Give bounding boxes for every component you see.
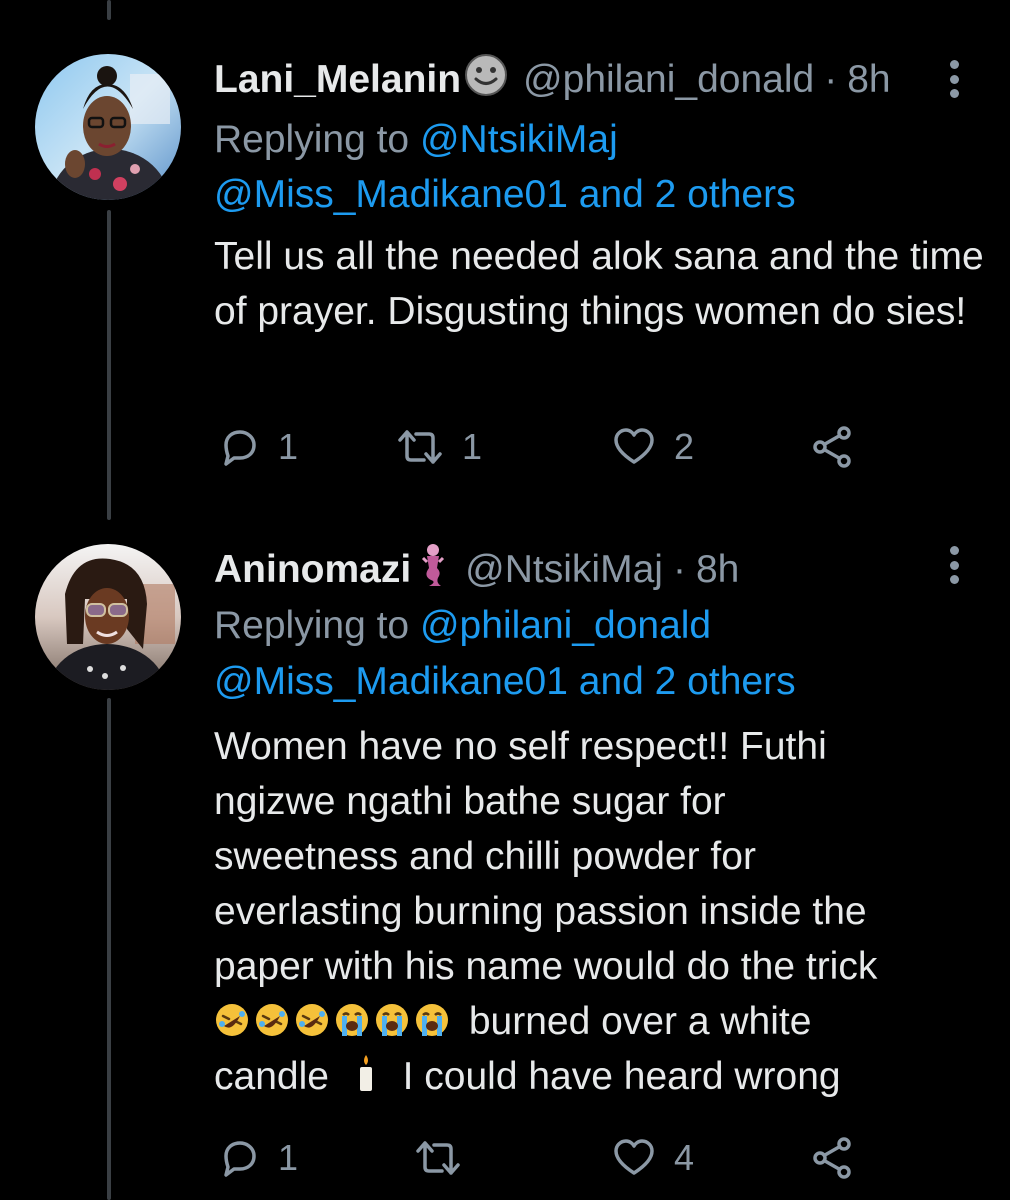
slightly-smiling-face-icon <box>463 52 509 108</box>
sob-emoji <box>414 998 450 1036</box>
replying-prefix: Replying to <box>214 118 410 161</box>
display-name[interactable]: Aninomazi <box>214 548 411 592</box>
text-line-candle: candle I could have heard wrong <box>214 1049 984 1104</box>
share-button[interactable] <box>810 1133 854 1183</box>
replying-more-link[interactable]: @Miss_Madikane01 and 2 others <box>214 167 796 223</box>
replying-more-link[interactable]: @Miss_Madikane01 and 2 others <box>214 654 796 710</box>
separator: · <box>672 548 686 591</box>
avatar[interactable] <box>35 544 181 690</box>
text-line: paper with his name would do the trick <box>214 945 878 988</box>
retweet-button[interactable] <box>414 1133 480 1183</box>
like-button[interactable]: 2 <box>612 422 694 472</box>
like-count: 4 <box>674 1137 695 1178</box>
text-line-emojis: burned over a white <box>214 994 984 1049</box>
avatar[interactable] <box>35 54 181 200</box>
candle-emoji <box>354 1053 378 1091</box>
text-line: sweetness and chilli powder for <box>214 835 756 878</box>
sob-emoji <box>374 998 410 1036</box>
reply-count: 1 <box>278 1137 299 1178</box>
handle[interactable]: @NtsikiMaj <box>465 548 663 592</box>
tweet-header: Lani_Melanin @philani_donald · 8h <box>214 52 891 108</box>
separator: · <box>824 58 838 101</box>
text-after-emojis: burned over a white <box>468 1000 812 1043</box>
retweet-icon <box>396 426 444 468</box>
text-line: ngizwe ngathi bathe sugar for <box>214 780 726 823</box>
thread-line-top <box>107 0 111 20</box>
more-icon[interactable] <box>946 546 962 584</box>
retweet-count: 1 <box>462 426 483 467</box>
replying-prefix: Replying to <box>214 604 410 647</box>
text-line: everlasting burning passion inside the <box>214 890 867 933</box>
tweet-header: Aninomazi @NtsikiMaj · 8h <box>214 542 739 598</box>
replying-to: Replying to @NtsikiMaj <box>214 112 618 168</box>
sob-emoji <box>334 998 370 1036</box>
text-candle-before: candle <box>214 1055 329 1098</box>
reply-icon <box>218 1137 260 1179</box>
tweet-text: Tell us all the needed alok sana and the… <box>214 235 984 333</box>
thread-line-middle <box>107 210 111 520</box>
like-icon <box>612 426 656 468</box>
like-icon <box>612 1137 656 1179</box>
tweet-text: Women have no self respect!! Futhi ngizw… <box>214 719 984 1104</box>
mermaid-icon <box>413 542 453 598</box>
reply-icon <box>218 426 260 468</box>
like-count: 2 <box>674 426 695 467</box>
rofl-emoji <box>254 998 290 1036</box>
timestamp[interactable]: 8h <box>696 548 739 592</box>
reply-button[interactable]: 1 <box>218 422 298 472</box>
retweet-icon <box>414 1137 462 1179</box>
display-name[interactable]: Lani_Melanin <box>214 58 461 102</box>
more-icon[interactable] <box>946 60 962 98</box>
mention-link[interactable]: @NtsikiMaj <box>420 118 618 161</box>
mention-link[interactable]: @philani_donald <box>420 604 711 647</box>
rofl-emoji <box>294 998 330 1036</box>
share-icon <box>810 1136 854 1180</box>
text-line: Women have no self respect!! Futhi <box>214 725 827 768</box>
retweet-button[interactable]: 1 <box>396 422 482 472</box>
handle[interactable]: @philani_donald <box>523 58 814 102</box>
share-button[interactable] <box>810 422 854 472</box>
thread-line-bottom <box>107 698 111 1200</box>
replying-to: Replying to @philani_donald <box>214 598 711 654</box>
reply-button[interactable]: 1 <box>218 1133 298 1183</box>
like-button[interactable]: 4 <box>612 1133 694 1183</box>
share-icon <box>810 425 854 469</box>
rofl-emoji <box>214 998 250 1036</box>
reply-count: 1 <box>278 426 299 467</box>
text-candle-after: I could have heard wrong <box>402 1055 841 1098</box>
timestamp[interactable]: 8h <box>847 58 890 102</box>
